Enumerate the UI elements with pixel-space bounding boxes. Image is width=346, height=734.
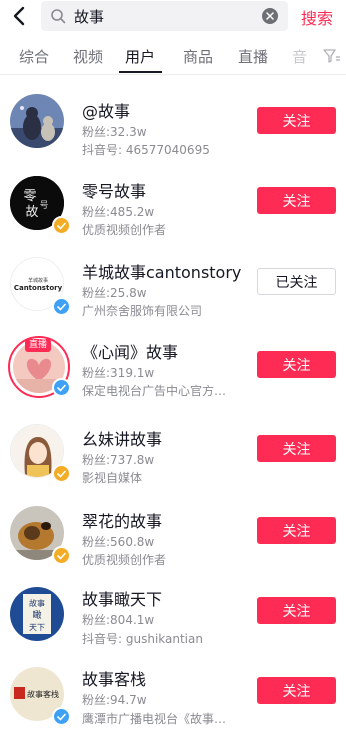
avatar-image — [10, 94, 64, 148]
user-description: 优质视频创作者 — [82, 553, 167, 567]
user-description: 鹰潭市广播电视台《故事… — [82, 712, 227, 726]
user-description: 抖音号: 46577040695 — [82, 143, 210, 157]
fans-count: 粉丝:94.7w — [82, 693, 147, 707]
avatar-text: 瞰 — [32, 609, 41, 621]
avatar[interactable]: 羊城故事 Cantonstory — [8, 255, 71, 317]
avatar-image: 故事 瞰 天下 — [10, 587, 64, 641]
fans-count: 粉丝:560.8w — [82, 535, 155, 549]
user-row[interactable]: 幺妹讲故事 粉丝:737.8w 影视自媒体 关注 — [0, 420, 346, 500]
avatar[interactable] — [8, 504, 71, 566]
check-icon — [57, 552, 66, 560]
divider — [0, 74, 346, 75]
user-row[interactable]: 羊城故事 Cantonstory 羊城故事cantonstory 粉丝:25.8… — [0, 253, 346, 333]
fans-count: 粉丝:319.1w — [82, 366, 155, 380]
follow-button[interactable]: 关注 — [257, 677, 336, 704]
tab-music[interactable]: 音 — [292, 46, 307, 67]
filter-icon[interactable] — [323, 48, 341, 64]
verified-badge — [52, 216, 71, 235]
active-tab-indicator — [119, 71, 162, 73]
avatar-text: Cantonstory — [14, 284, 63, 292]
user-name[interactable]: @故事 — [82, 98, 130, 122]
avatar-text: 故事客栈 — [27, 689, 59, 699]
avatar-text: 零 — [23, 189, 36, 204]
user-description: 影视自媒体 — [82, 471, 143, 485]
fans-count: 粉丝:32.3w — [82, 125, 147, 139]
fans-count: 粉丝:485.2w — [82, 205, 155, 219]
avatar-text: 号 — [39, 200, 48, 211]
user-row[interactable]: @故事 粉丝:32.3w 抖音号: 46577040695 关注 — [0, 90, 346, 170]
user-description: 保定电视台广告中心官方… — [82, 384, 227, 398]
search-icon — [51, 9, 66, 24]
user-name[interactable]: 故事客栈 — [82, 666, 146, 690]
user-name[interactable]: 《心闻》故事 — [82, 339, 178, 363]
avatar[interactable]: 故事客栈 — [8, 665, 71, 727]
user-row[interactable]: 翠花的故事 粉丝:560.8w 优质视频创作者 关注 — [0, 502, 346, 582]
fans-count: 粉丝:25.8w — [82, 286, 147, 300]
tab-products[interactable]: 商品 — [183, 46, 213, 67]
user-name[interactable]: 幺妹讲故事 — [82, 426, 162, 450]
search-box[interactable] — [41, 1, 288, 31]
close-icon — [266, 12, 274, 20]
tab-all[interactable]: 综合 — [19, 46, 49, 67]
verified-badge — [52, 707, 71, 726]
avatar[interactable]: 零 故 号 — [8, 174, 71, 236]
back-arrow-icon — [13, 6, 25, 26]
verified-badge — [52, 297, 71, 316]
follow-button[interactable]: 关注 — [257, 107, 336, 134]
follow-button[interactable]: 关注 — [257, 597, 336, 624]
user-name[interactable]: 翠花的故事 — [82, 508, 162, 532]
user-description: 广州奈舍服饰有限公司 — [82, 304, 203, 318]
follow-button[interactable]: 关注 — [257, 187, 336, 214]
avatar-text: 天下 — [29, 623, 45, 632]
user-description: 优质视频创作者 — [82, 223, 167, 237]
search-submit-button[interactable]: 搜索 — [301, 5, 333, 29]
clear-search-button[interactable] — [262, 8, 278, 24]
user-row[interactable]: 直播 《心闻》故事 粉丝:319.1w 保定电视台广告中心官方… 关注 — [0, 336, 346, 416]
avatar-text: 羊城故事 — [28, 277, 48, 284]
avatar[interactable]: 故事 瞰 天下 — [8, 585, 70, 647]
tab-videos[interactable]: 视频 — [73, 46, 103, 67]
user-name[interactable]: 零号故事 — [82, 178, 146, 202]
user-name[interactable]: 故事瞰天下 — [82, 586, 162, 610]
search-input[interactable] — [74, 4, 259, 28]
user-row[interactable]: 零 故 号 零号故事 粉丝:485.2w 优质视频创作者 关注 — [0, 172, 346, 252]
follow-button[interactable]: 关注 — [257, 435, 336, 462]
verified-badge — [52, 378, 71, 397]
avatar[interactable] — [8, 92, 70, 154]
check-icon — [57, 384, 66, 392]
follow-button[interactable]: 关注 — [257, 517, 336, 544]
verified-badge — [52, 546, 71, 565]
check-icon — [57, 222, 66, 230]
tab-live[interactable]: 直播 — [238, 46, 268, 67]
live-badge: 直播 — [25, 339, 52, 352]
verified-badge — [52, 464, 71, 483]
back-button[interactable] — [8, 2, 30, 30]
search-header: 搜索 — [0, 0, 346, 34]
user-description: 抖音号: gushikantian — [82, 632, 203, 646]
avatar-text: 故 — [25, 205, 38, 220]
avatar[interactable] — [8, 422, 71, 484]
avatar[interactable]: 直播 — [8, 336, 71, 398]
fans-count: 粉丝:804.1w — [82, 613, 155, 627]
user-name[interactable]: 羊城故事cantonstory — [82, 259, 241, 283]
user-row[interactable]: 故事 瞰 天下 故事瞰天下 粉丝:804.1w 抖音号: gushikantia… — [0, 583, 346, 663]
check-icon — [57, 303, 66, 311]
user-row[interactable]: 故事客栈 故事客栈 粉丝:94.7w 鹰潭市广播电视台《故事… 关注 — [0, 663, 346, 734]
follow-button[interactable]: 关注 — [257, 351, 336, 378]
tab-users[interactable]: 用户 — [125, 46, 155, 67]
fans-count: 粉丝:737.8w — [82, 453, 155, 467]
check-icon — [57, 713, 66, 721]
tab-bar: 综合 视频 用户 商品 直播 音 — [0, 38, 346, 74]
following-button[interactable]: 已关注 — [257, 268, 336, 295]
check-icon — [57, 470, 66, 478]
avatar-text: 故事 — [29, 598, 45, 608]
